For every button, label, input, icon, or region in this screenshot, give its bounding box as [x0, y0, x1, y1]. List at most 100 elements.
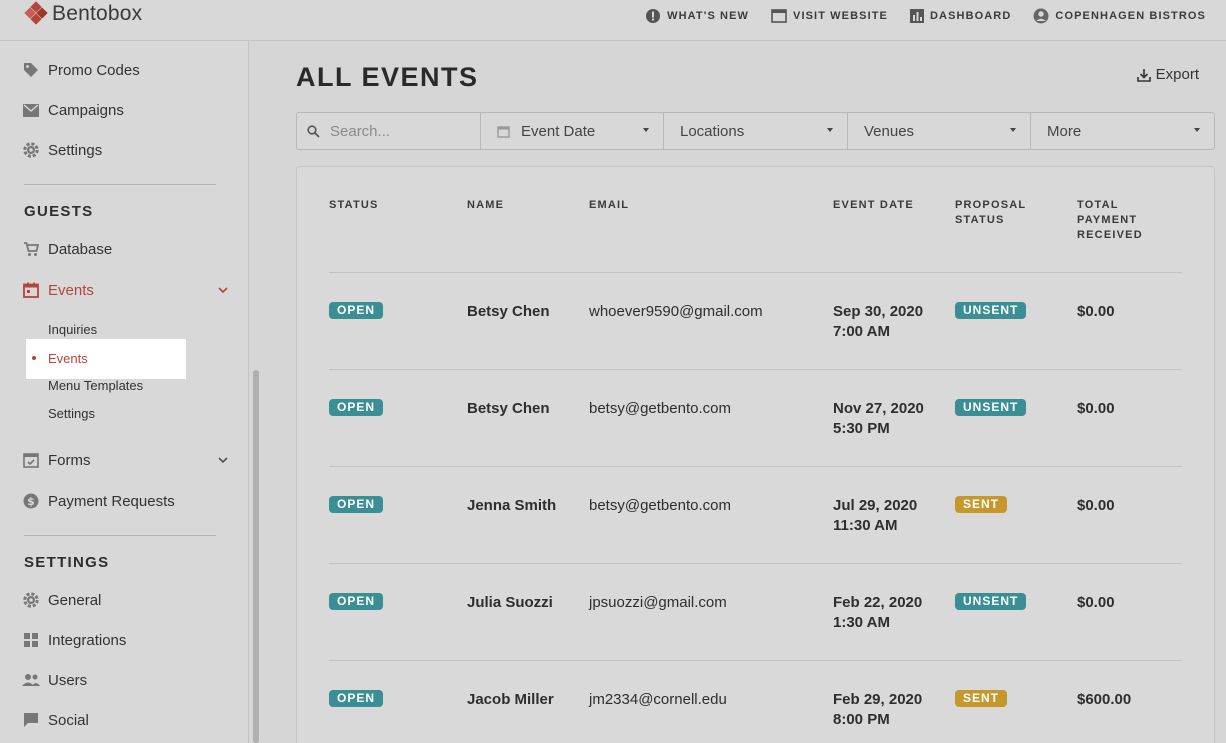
- header-line: RECEIVED: [1077, 229, 1143, 241]
- status-badge: OPEN: [329, 690, 384, 707]
- gear-icon: [22, 141, 40, 159]
- column-header-event-date[interactable]: EVENT DATE: [833, 198, 914, 213]
- event-date: Feb 22, 2020 1:30 AM: [833, 593, 922, 633]
- payment-received: $0.00: [1077, 303, 1115, 320]
- export-button[interactable]: Export: [1136, 66, 1199, 83]
- event-date: Feb 29, 2020 8:00 PM: [833, 690, 922, 730]
- locations-filter[interactable]: Locations: [664, 113, 848, 149]
- sidebar-item-database[interactable]: Database: [22, 240, 112, 258]
- sidebar-item-label: Forms: [48, 451, 91, 469]
- brand-logo[interactable]: Bentobox: [24, 1, 142, 26]
- locations-label: Locations: [680, 122, 745, 140]
- time-line: 5:30 PM: [833, 420, 890, 437]
- date-line: Jul 29, 2020: [833, 497, 918, 514]
- payment-received: $0.00: [1077, 400, 1115, 417]
- whats-new-label: WHAT'S NEW: [667, 10, 750, 22]
- date-line: Sep 30, 2020: [833, 303, 924, 320]
- visit-website-link[interactable]: VISIT WEBSITE: [771, 9, 888, 23]
- search-box[interactable]: [297, 113, 481, 149]
- whats-new-link[interactable]: WHAT'S NEW: [645, 8, 749, 24]
- event-date-filter[interactable]: Event Date: [481, 113, 664, 149]
- settings-heading: SETTINGS: [24, 554, 110, 571]
- column-header-name[interactable]: NAME: [467, 198, 504, 213]
- row-divider: [329, 563, 1182, 564]
- search-input[interactable]: [330, 122, 470, 140]
- event-email: jpsuozzi@gmail.com: [589, 594, 727, 611]
- bar-chart-icon: [910, 9, 924, 23]
- venues-filter[interactable]: Venues: [848, 113, 1031, 149]
- payment-received: $0.00: [1077, 594, 1115, 611]
- chat-icon: [22, 711, 40, 729]
- event-name[interactable]: Jenna Smith: [467, 497, 556, 514]
- event-email: betsy@getbento.com: [589, 400, 731, 417]
- sidebar-item-label: Integrations: [48, 631, 127, 649]
- status-badge: OPEN: [329, 496, 384, 513]
- event-name[interactable]: Julia Suozzi: [467, 594, 553, 611]
- sidebar-item-users[interactable]: Users: [22, 671, 87, 689]
- caret-down-icon: [827, 128, 833, 132]
- sidebar-divider: [24, 535, 216, 536]
- mail-icon: [22, 101, 40, 119]
- date-line: Feb 29, 2020: [833, 691, 923, 708]
- cart-icon: [22, 240, 40, 258]
- grid-icon: [22, 631, 40, 649]
- sidebar-item-social[interactable]: Social: [22, 711, 89, 729]
- column-header-payment-received[interactable]: TOTAL PAYMENT RECEIVED: [1077, 198, 1143, 243]
- event-name[interactable]: Betsy Chen: [467, 400, 550, 417]
- row-divider: [329, 466, 1182, 467]
- sidebar-item-integrations[interactable]: Integrations: [22, 631, 126, 649]
- time-line: 8:00 PM: [833, 711, 890, 728]
- row-divider: [329, 272, 1182, 273]
- column-header-email[interactable]: EMAIL: [589, 198, 629, 213]
- sidebar-item-general[interactable]: General: [22, 591, 101, 609]
- account-menu[interactable]: COPENHAGEN BISTROS: [1033, 8, 1206, 24]
- sidebar-item-label: Database: [48, 240, 113, 258]
- event-date: Jul 29, 2020 11:30 AM: [833, 496, 917, 536]
- sidebar-item-promo-codes[interactable]: Promo Codes: [22, 61, 140, 79]
- status-badge: OPEN: [329, 593, 384, 610]
- sidebar-item-payment-requests[interactable]: $ Payment Requests: [22, 492, 175, 510]
- venues-label: Venues: [864, 122, 915, 140]
- event-name[interactable]: Jacob Miller: [467, 691, 554, 708]
- chevron-down-icon: [218, 457, 228, 463]
- visit-website-label: VISIT WEBSITE: [793, 10, 888, 22]
- column-header-status[interactable]: STATUS: [329, 198, 379, 213]
- calendar-icon: [22, 281, 40, 299]
- sidebar-subitem-events[interactable]: Events: [48, 351, 88, 366]
- status-badge: OPEN: [329, 302, 384, 319]
- sidebar-item-events[interactable]: Events: [22, 281, 228, 299]
- sidebar-item-campaigns[interactable]: Campaigns: [22, 101, 124, 119]
- time-line: 7:00 AM: [833, 323, 890, 340]
- sidebar-scrollbar[interactable]: [253, 370, 259, 743]
- more-filter[interactable]: More: [1031, 113, 1214, 149]
- event-name[interactable]: Betsy Chen: [467, 303, 550, 320]
- header-line: PROPOSAL: [955, 199, 1027, 211]
- search-icon: [307, 124, 320, 138]
- guests-heading: GUESTS: [24, 203, 94, 220]
- caret-down-icon: [1194, 128, 1200, 132]
- sidebar-item-settings-top[interactable]: Settings: [22, 141, 102, 159]
- payment-received: $0.00: [1077, 497, 1115, 514]
- chevron-down-icon: [218, 287, 228, 293]
- sidebar-item-label: Promo Codes: [48, 61, 140, 79]
- badge-icon: [646, 9, 661, 23]
- bentobox-logo-icon: [24, 1, 48, 26]
- sidebar-subitem-settings[interactable]: Settings: [48, 406, 95, 421]
- event-date: Sep 30, 2020 7:00 AM: [833, 302, 923, 342]
- sidebar-subitem-menu-templates[interactable]: Menu Templates: [48, 378, 143, 393]
- dashboard-link[interactable]: DASHBOARD: [910, 9, 1011, 23]
- column-header-proposal-status[interactable]: PROPOSAL STATUS: [955, 198, 1026, 228]
- date-line: Feb 22, 2020: [833, 594, 923, 611]
- event-email: whoever9590@gmail.com: [589, 303, 763, 320]
- sidebar-subitem-inquiries[interactable]: Inquiries: [48, 322, 97, 337]
- active-bullet: [32, 356, 36, 360]
- row-divider: [329, 369, 1182, 370]
- status-badge: OPEN: [329, 399, 384, 416]
- header-line: STATUS: [955, 214, 1005, 226]
- export-label: Export: [1155, 66, 1199, 83]
- proposal-badge: UNSENT: [955, 302, 1027, 319]
- dashboard-label: DASHBOARD: [930, 10, 1012, 22]
- date-line: Nov 27, 2020: [833, 400, 924, 417]
- sidebar-item-forms[interactable]: Forms: [22, 451, 228, 469]
- proposal-badge: UNSENT: [955, 399, 1027, 416]
